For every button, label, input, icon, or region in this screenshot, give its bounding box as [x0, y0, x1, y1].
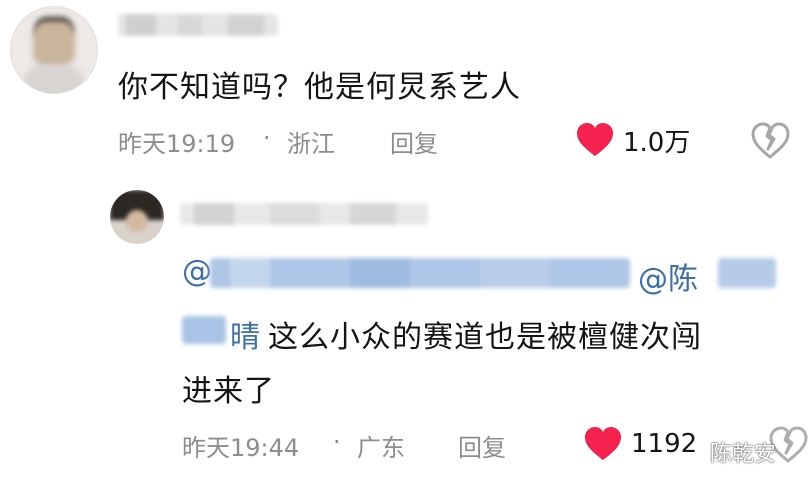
- reply-button[interactable]: 回复: [458, 428, 506, 463]
- comment-date: 昨天19:44: [182, 434, 300, 462]
- dislike-button[interactable]: [750, 122, 790, 160]
- comment-location: 广东: [357, 434, 405, 462]
- like-count: 1192: [631, 429, 698, 459]
- comment-text-line2: 进来了: [182, 374, 275, 409]
- broken-heart-icon: [751, 122, 790, 159]
- heart-icon: [585, 427, 621, 460]
- avatar[interactable]: [110, 190, 164, 244]
- comment-text-line1: 这么小众的赛道也是被檀健次闯: [268, 320, 702, 355]
- avatar[interactable]: [10, 6, 98, 94]
- mention-2-blurred[interactable]: [718, 258, 776, 288]
- comment-text: 你不知道吗？他是何炅系艺人: [118, 70, 521, 105]
- username-blurred[interactable]: [118, 14, 278, 36]
- heart-icon: [577, 123, 613, 156]
- like-button[interactable]: 1192: [583, 424, 697, 464]
- mention-prefix[interactable]: @: [182, 254, 212, 289]
- username-blurred[interactable]: [180, 203, 428, 225]
- comment-location: 浙江: [287, 130, 335, 158]
- mention-2[interactable]: @陈: [638, 254, 698, 298]
- like-button[interactable]: 1.0万: [575, 120, 690, 160]
- like-count: 1.0万: [623, 127, 691, 158]
- meta-separator: ·: [333, 428, 341, 456]
- mention-blurred[interactable]: [210, 258, 630, 288]
- meta-separator: ·: [263, 124, 271, 152]
- comment-date: 昨天19:19: [118, 130, 236, 158]
- mention-name-blurred[interactable]: [182, 316, 226, 344]
- watermark: 陈乾安: [710, 442, 777, 467]
- reply-button[interactable]: 回复: [390, 124, 438, 159]
- mention-name-tail[interactable]: 晴: [230, 312, 260, 356]
